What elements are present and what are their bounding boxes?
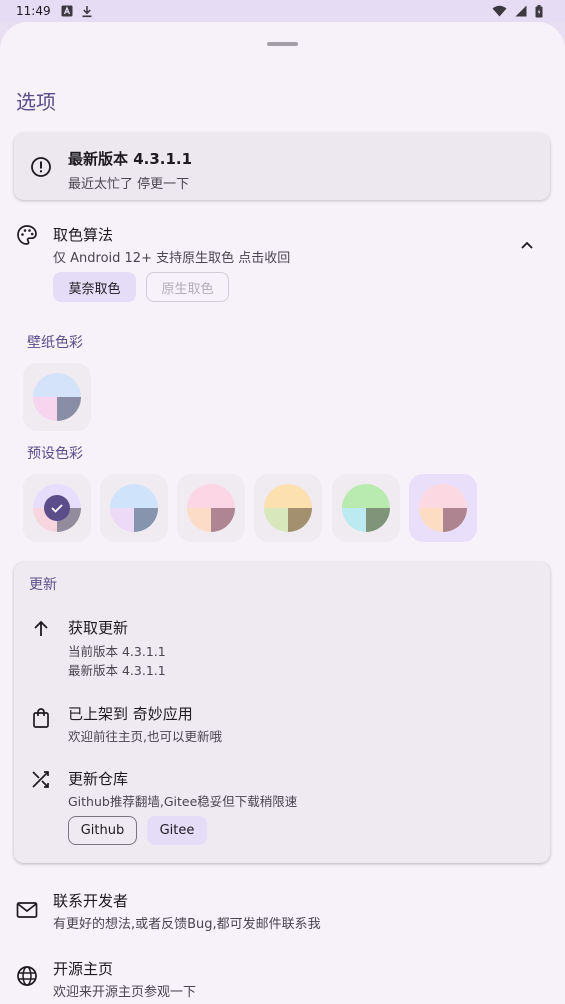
signal-icon [515, 5, 527, 17]
preset-colors-label: 预设色彩 [27, 446, 83, 462]
color-algorithm-title: 取色算法 [53, 226, 114, 244]
wifi-icon [492, 5, 507, 17]
store-item[interactable]: 已上架到 奇妙应用 欢迎前往主页,也可以更新哦 [14, 703, 550, 747]
github-button[interactable]: Github [68, 816, 137, 845]
preset-swatch-5[interactable] [332, 474, 400, 542]
preset-swatch-3[interactable] [177, 474, 245, 542]
repo-item: 更新仓库 Github推荐翻墙,Gitee稳妥但下载稍限速 [14, 768, 550, 818]
wallpaper-swatch[interactable] [23, 363, 91, 431]
wallpaper-colors-label: 壁纸色彩 [27, 335, 83, 351]
preset-swatch-6[interactable] [409, 474, 477, 542]
get-update-item[interactable]: 获取更新 当前版本 4.3.1.1 最新版本 4.3.1.1 [14, 617, 550, 678]
sheet-title: 选项 [16, 90, 56, 114]
a-box-icon [61, 5, 73, 17]
options-bottom-sheet: 选项 最新版本 4.3.1.1 最近太忙了 停更一下 取色算法 仅 Androi… [0, 22, 565, 1004]
store-title: 已上架到 奇妙应用 [68, 705, 193, 723]
contact-subtitle: 有更好的想法,或者反馈Bug,都可发邮件联系我 [53, 917, 321, 932]
drag-handle[interactable] [267, 42, 298, 46]
palette-icon [16, 224, 38, 250]
homepage-title: 开源主页 [53, 960, 114, 978]
chip-native-color[interactable]: 原生取色 [146, 272, 229, 302]
alert-circle-icon [30, 156, 52, 182]
shuffle-icon [31, 768, 51, 792]
shopping-bag-icon [31, 707, 51, 733]
open-source-homepage-item[interactable]: 开源主页 欢迎来开源主页参观一下 [0, 958, 565, 1004]
globe-icon [16, 965, 38, 991]
status-time: 11:49 [16, 4, 51, 18]
store-subtitle: 欢迎前往主页,也可以更新哦 [68, 729, 222, 744]
mail-icon [16, 901, 38, 923]
battery-icon [535, 4, 543, 18]
status-bar: 11:49 [0, 0, 565, 22]
repo-title: 更新仓库 [68, 770, 129, 788]
preset-swatch-2[interactable] [100, 474, 168, 542]
update-section-header: 更新 [29, 577, 57, 593]
color-algorithm-row[interactable]: 取色算法 仅 Android 12+ 支持原生取色 点击收回 莫奈取色 原生取色 [0, 218, 565, 308]
repo-subtitle: Github推荐翻墙,Gitee稳妥但下载稍限速 [68, 794, 298, 809]
version-title: 最新版本 4.3.1.1 [68, 150, 193, 168]
update-card: 更新 获取更新 当前版本 4.3.1.1 最新版本 4.3.1.1 已上架到 奇… [14, 562, 550, 863]
gitee-button[interactable]: Gitee [147, 816, 207, 845]
version-card[interactable]: 最新版本 4.3.1.1 最近太忙了 停更一下 [14, 133, 550, 200]
version-subtitle: 最近太忙了 停更一下 [68, 177, 190, 192]
color-algorithm-subtitle: 仅 Android 12+ 支持原生取色 点击收回 [53, 251, 291, 266]
chip-monet-color[interactable]: 莫奈取色 [53, 272, 136, 302]
chevron-up-icon[interactable] [518, 236, 536, 255]
contact-title: 联系开发者 [53, 892, 129, 910]
preset-swatch-1[interactable] [23, 474, 91, 542]
homepage-subtitle: 欢迎来开源主页参观一下 [53, 985, 197, 1000]
latest-version: 最新版本 4.3.1.1 [68, 663, 166, 678]
current-version: 当前版本 4.3.1.1 [68, 644, 166, 659]
get-update-title: 获取更新 [68, 619, 129, 637]
download-icon [81, 5, 93, 18]
preset-swatch-4[interactable] [254, 474, 322, 542]
contact-developer-item[interactable]: 联系开发者 有更好的想法,或者反馈Bug,都可发邮件联系我 [0, 890, 565, 936]
arrow-up-icon [31, 619, 51, 643]
